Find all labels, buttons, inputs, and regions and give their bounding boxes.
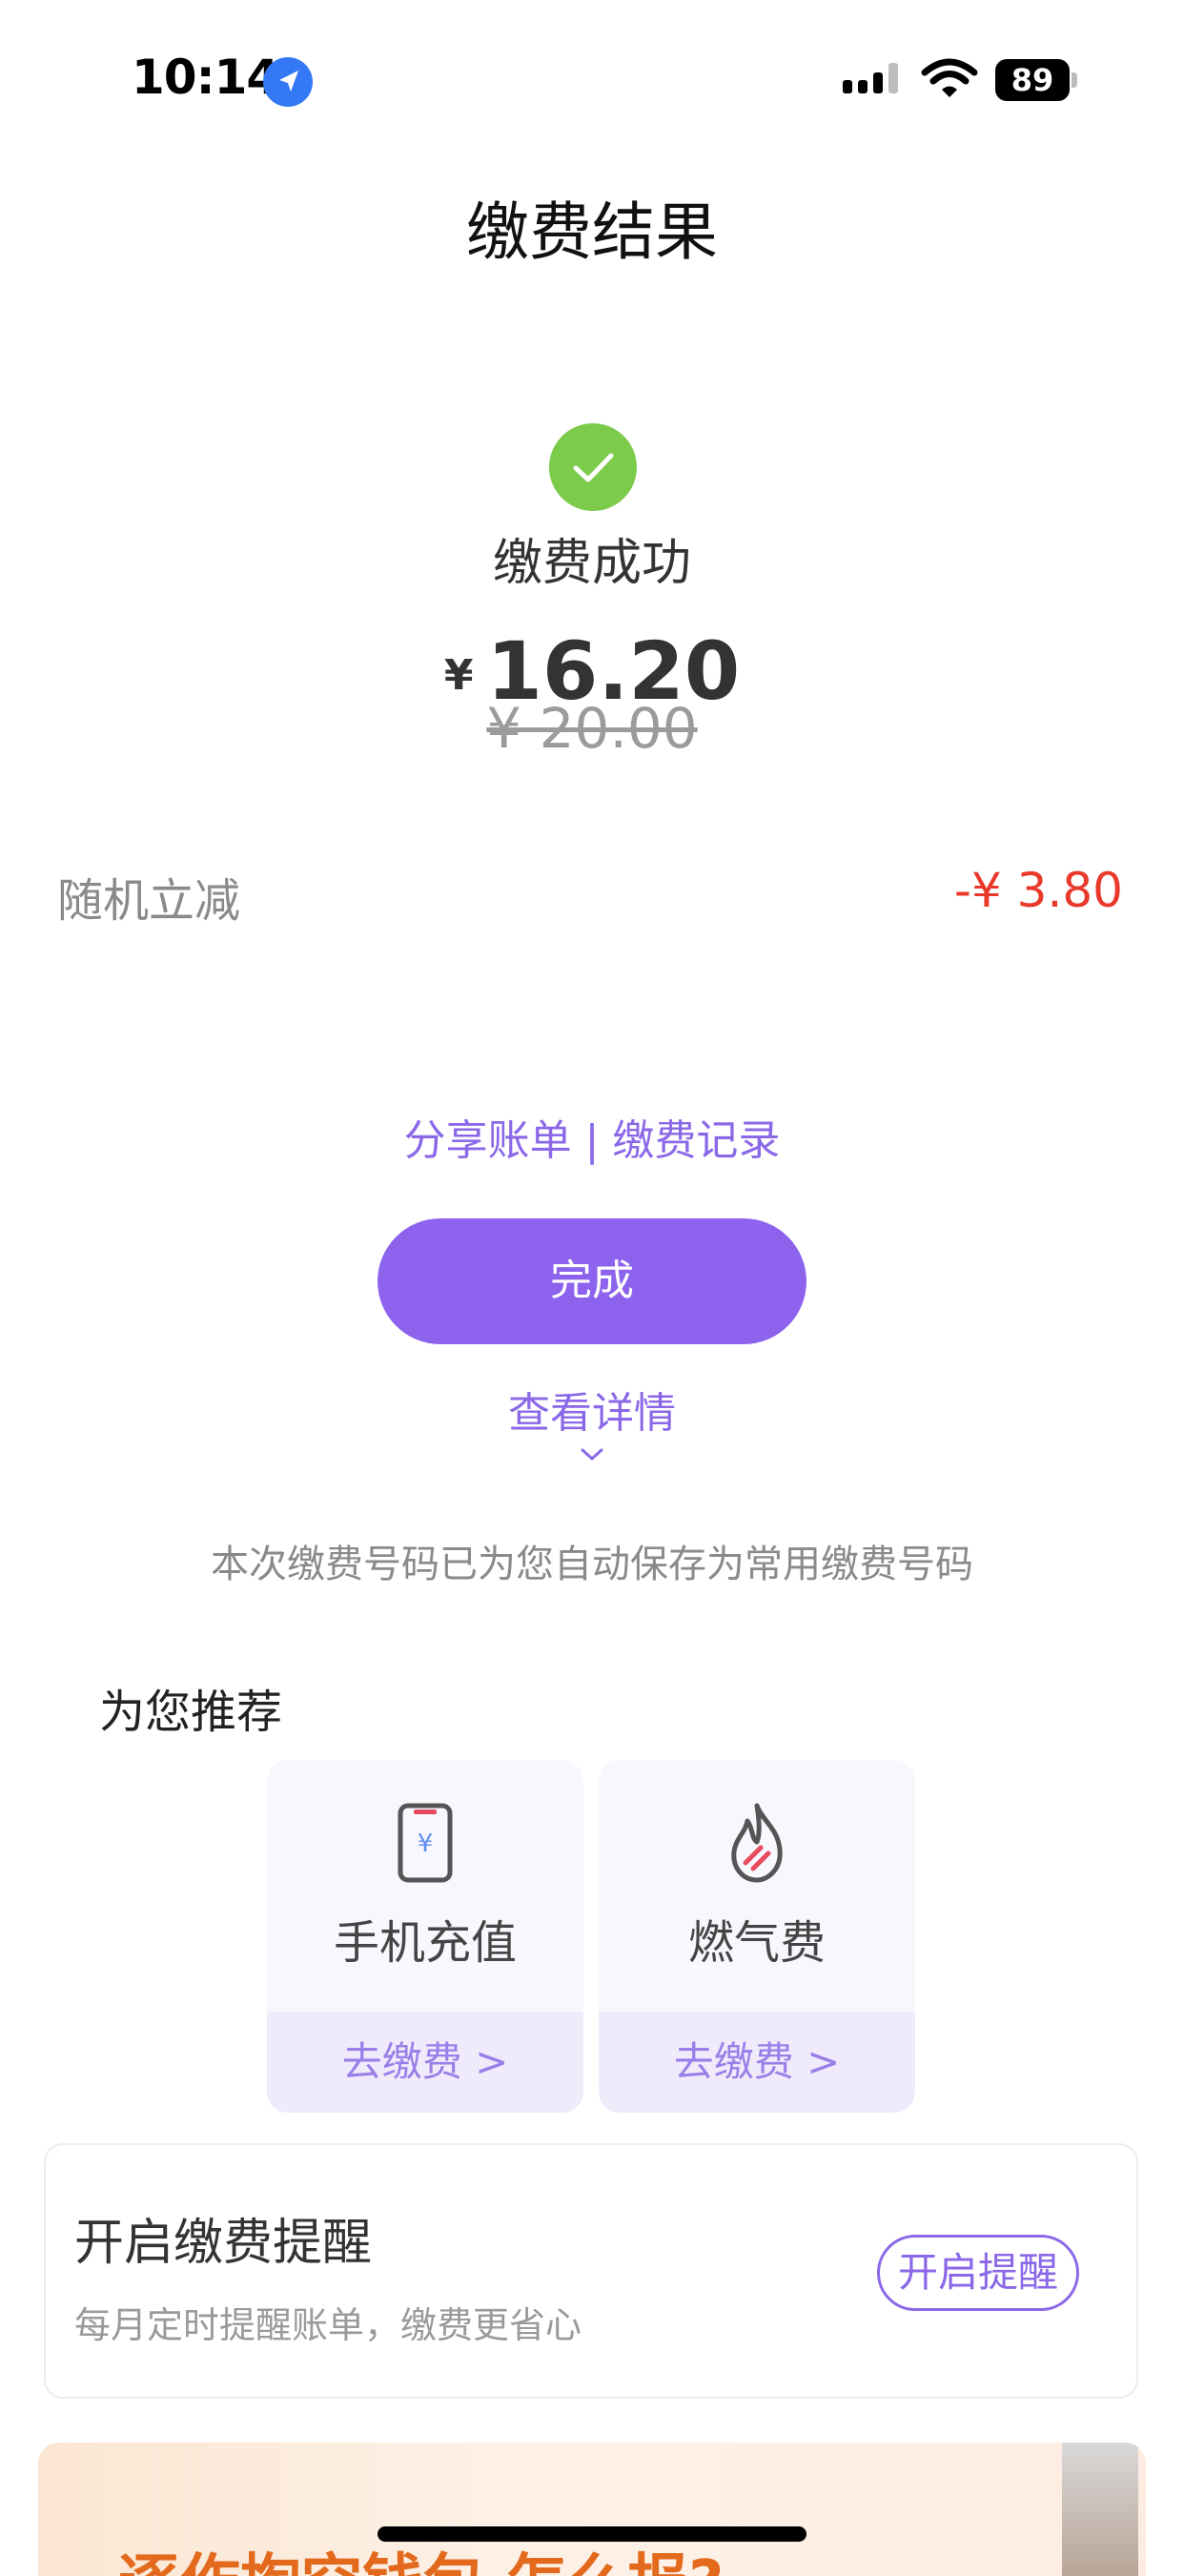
svg-text:¥: ¥ [418,1830,434,1858]
chevron-down-icon[interactable] [578,1445,606,1464]
gas-flame-icon [719,1800,795,1886]
battery-icon: 89 [995,59,1079,101]
recommend-card-gas[interactable]: 燃气费 去缴费 > [599,1760,915,2113]
recommend-item-name: 手机充值 [333,1916,517,1970]
reminder-subtitle: 每月定时提醒账单，缴费更省心 [74,2304,582,2346]
checkmark-icon [549,423,637,511]
status-time: 10:14 [132,50,279,105]
discount-value: -¥ 3.80 [953,863,1123,918]
cellular-signal-icon [841,59,904,101]
discount-label: 随机立减 [57,874,241,928]
mobile-recharge-icon: ¥ [387,1800,463,1886]
recommend-title: 为您推荐 [99,1686,283,1739]
home-indicator[interactable] [378,2526,806,2542]
reminder-title: 开启缴费提醒 [74,2215,373,2272]
go-pay-button[interactable]: 去缴费 > [267,2012,583,2113]
promo-banner[interactable]: 逐作掏空钱包 怎么报? [38,2443,1146,2576]
view-details-link[interactable]: 查看详情 [0,1379,1184,1440]
go-pay-button[interactable]: 去缴费 > [599,2012,915,2113]
payment-records-link[interactable]: 缴费记录 [612,1116,780,1165]
bill-links: 分享账单 | 缴费记录 [0,1106,1184,1167]
share-bill-link[interactable]: 分享账单 [404,1116,572,1165]
payment-status-text: 缴费成功 [492,535,691,592]
location-arrow-icon [263,57,313,107]
recommend-card-mobile-recharge[interactable]: ¥ 手机充值 去缴费 > [267,1760,583,2113]
wifi-icon [921,57,978,101]
currency-symbol: ¥ [443,651,474,700]
page-title: 缴费结果 [466,195,718,269]
payment-reminder-card: 开启缴费提醒 每月定时提醒账单，缴费更省心 开启提醒 [44,2143,1138,2399]
banner-image [1062,2443,1138,2576]
recommend-item-name: 燃气费 [687,1916,826,1970]
saved-number-notice: 本次缴费号码已为您自动保存为常用缴费号码 [211,1543,973,1586]
done-button[interactable]: 完成 [378,1218,806,1344]
original-amount: ¥ 20.00 [486,696,698,761]
link-separator: | [571,1116,613,1165]
battery-level: 89 [995,59,1070,101]
enable-reminder-button[interactable]: 开启提醒 [877,2235,1079,2311]
